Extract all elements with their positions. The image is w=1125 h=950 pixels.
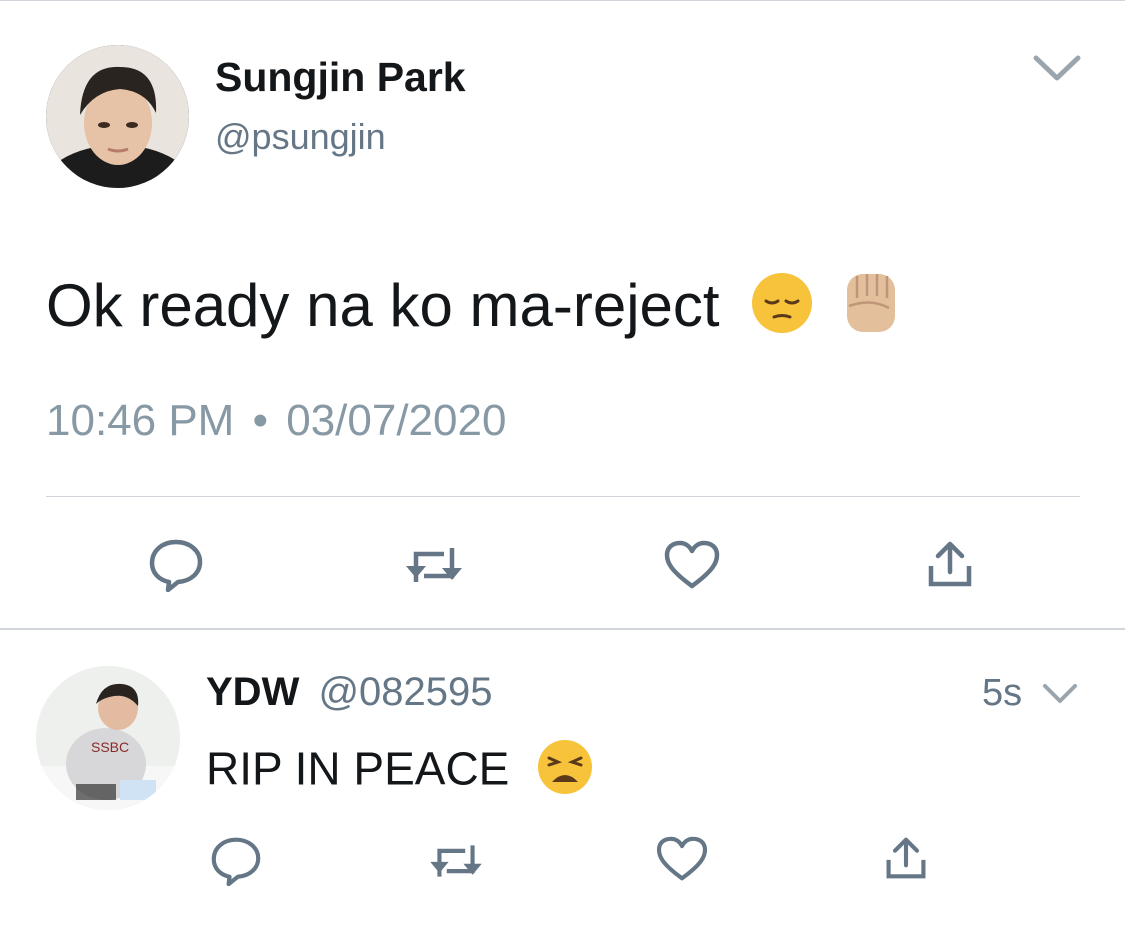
weary-face-emoji	[536, 738, 594, 807]
like-icon[interactable]	[656, 836, 708, 887]
share-icon[interactable]	[926, 540, 974, 593]
retweet-icon[interactable]	[428, 838, 484, 889]
reply-icon[interactable]	[148, 538, 204, 597]
like-icon[interactable]	[664, 540, 720, 595]
reply-icon[interactable]	[210, 836, 262, 891]
pensive-face-emoji	[750, 271, 814, 349]
tweet-date: 03/07/2020	[286, 396, 507, 445]
share-icon[interactable]	[884, 836, 928, 885]
svg-text:SSBC: SSBC	[91, 739, 129, 755]
avatar[interactable]	[46, 45, 189, 188]
user-handle[interactable]: @psungjin	[215, 116, 386, 158]
reply-header: YDW @082595	[206, 670, 493, 715]
user-handle[interactable]: @082595	[318, 670, 492, 714]
chevron-down-icon[interactable]	[1030, 50, 1084, 86]
retweet-icon[interactable]	[404, 540, 464, 595]
reply-body: RIP IN PEACE	[206, 742, 510, 795]
display-name[interactable]: Sungjin Park	[215, 54, 466, 101]
reply-timestamp[interactable]: 5s	[982, 672, 1022, 715]
divider	[46, 496, 1080, 497]
tweet-text: Ok ready na ko ma-reject	[46, 268, 903, 352]
tweet-timestamp[interactable]: 10:46 PM • 03/07/2020	[46, 396, 506, 446]
tweet-time: 10:46 PM	[46, 396, 235, 445]
timestamp-separator: •	[252, 396, 268, 445]
chevron-down-icon[interactable]	[1040, 680, 1080, 708]
tweet-body: Ok ready na ko ma-reject	[46, 271, 720, 339]
display-name[interactable]: YDW	[206, 670, 299, 714]
top-divider	[0, 0, 1125, 1]
reply-text: RIP IN PEACE	[206, 738, 594, 807]
tweet-divider	[0, 628, 1125, 630]
raised-fist-emoji	[839, 268, 903, 352]
avatar[interactable]: SSBC	[36, 666, 180, 810]
